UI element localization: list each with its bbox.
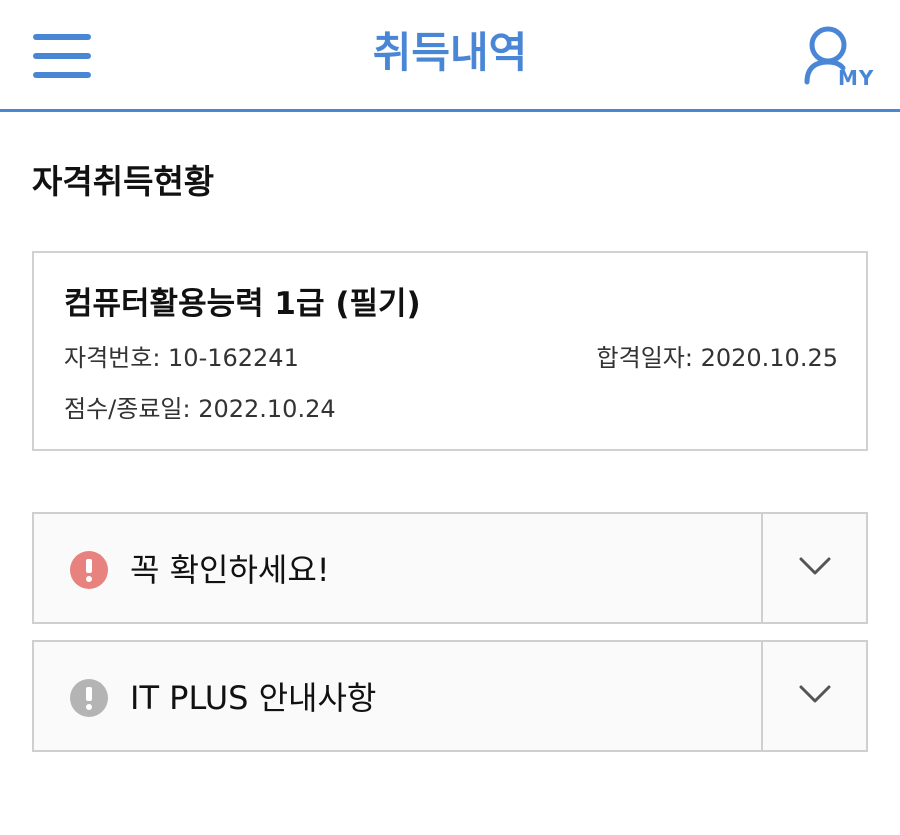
score-end-date: 점수/종료일: 2022.10.24 — [64, 395, 336, 423]
page-title: 취득내역 — [372, 28, 528, 77]
accordion-notice[interactable]: 꼭 확인하세요! — [32, 512, 868, 624]
alert-circle-icon — [70, 679, 108, 717]
app-header: 취득내역 MY — [0, 0, 900, 112]
certificate-card: 컴퓨터활용능력 1급 (필기) 자격번호: 10-162241 합격일자: 20… — [32, 251, 868, 451]
my-label: MY — [838, 66, 875, 90]
certificate-name: 컴퓨터활용능력 1급 (필기) — [64, 286, 421, 322]
my-page-button[interactable]: MY — [802, 24, 876, 90]
accordion-toggle-button[interactable] — [763, 514, 866, 622]
accordion-label: 꼭 확인하세요! — [130, 551, 330, 589]
certificate-number: 자격번호: 10-162241 — [64, 344, 299, 372]
accordion-toggle-button[interactable] — [763, 642, 866, 750]
section-title: 자격취득현황 — [32, 162, 215, 201]
chevron-down-icon — [799, 685, 831, 703]
hamburger-menu-icon[interactable] — [33, 34, 91, 78]
chevron-down-icon — [799, 557, 831, 575]
pass-date: 합격일자: 2020.10.25 — [596, 344, 838, 372]
accordion-label: IT PLUS 안내사항 — [130, 679, 377, 717]
alert-circle-icon — [70, 551, 108, 589]
accordion-itplus-info[interactable]: IT PLUS 안내사항 — [32, 640, 868, 752]
